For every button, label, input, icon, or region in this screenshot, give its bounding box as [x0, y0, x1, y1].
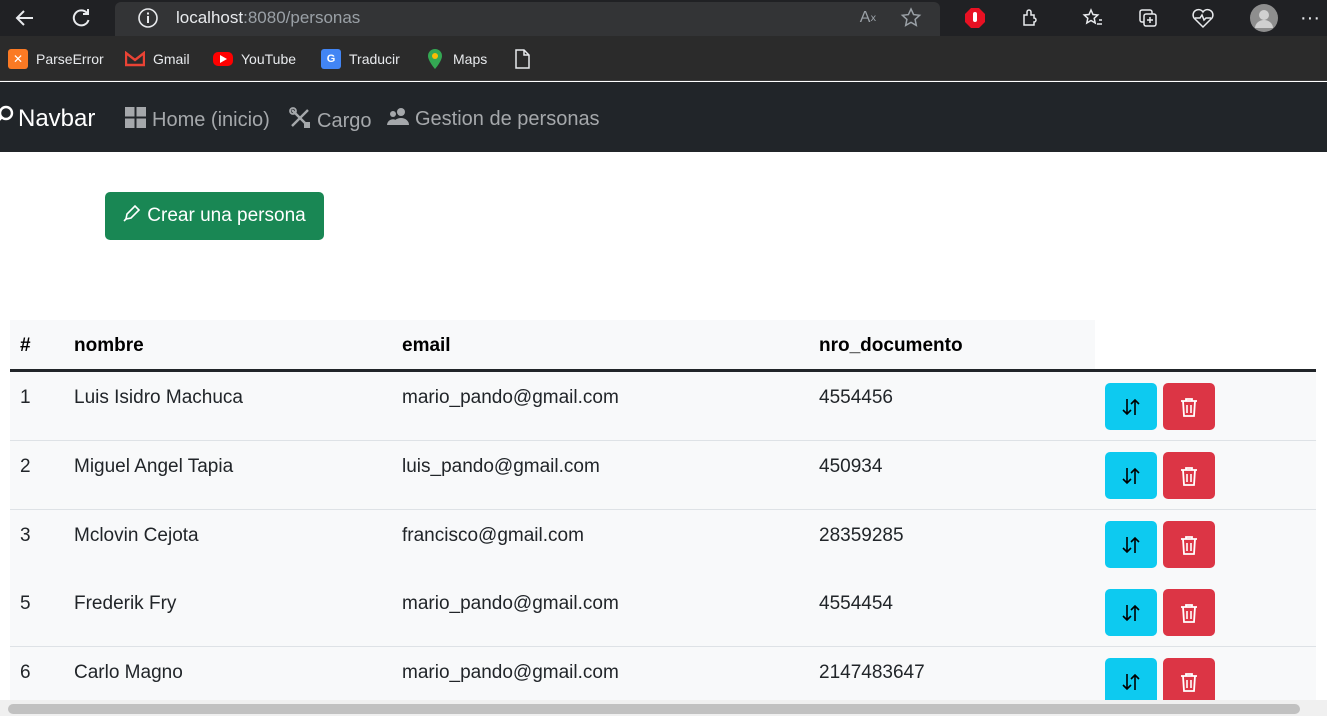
cell-nombre: Frederik Fry	[74, 593, 177, 614]
favorite-add-icon[interactable]	[896, 3, 926, 33]
trash-icon	[1181, 535, 1197, 555]
cell-email: luis_pando@gmail.com	[402, 456, 600, 477]
search-icon	[0, 104, 14, 133]
delete-button[interactable]	[1163, 521, 1215, 568]
cell-nombre: Mclovin Cejota	[74, 525, 199, 546]
xampp-icon: ✕	[8, 49, 28, 69]
back-arrow-icon[interactable]	[10, 3, 40, 33]
cell-id: 3	[20, 525, 31, 546]
edit-button[interactable]	[1105, 658, 1157, 705]
cell-email: mario_pando@gmail.com	[402, 662, 619, 683]
bookmark-gmail[interactable]: Gmail	[125, 48, 190, 70]
adblock-icon[interactable]	[960, 3, 990, 33]
arrow-down-up-icon	[1122, 536, 1140, 553]
delete-button[interactable]	[1163, 589, 1215, 636]
cell-nro-documento: 450934	[819, 456, 883, 477]
site-info-icon[interactable]	[133, 3, 163, 33]
gmail-icon	[125, 49, 145, 69]
cell-id: 6	[20, 662, 31, 683]
delete-button[interactable]	[1163, 383, 1215, 430]
cell-nro-documento: 2147483647	[819, 662, 925, 683]
bookmark-youtube[interactable]: YouTube	[213, 48, 296, 70]
table-row: 5 Frederik Fry mario_pando@gmail.com 455…	[10, 578, 1316, 647]
grid-icon	[125, 107, 146, 134]
profile-avatar-icon[interactable]	[1249, 3, 1279, 33]
table-row: 3 Mclovin Cejota francisco@gmail.com 283…	[10, 510, 1316, 579]
scrollbar-thumb[interactable]	[8, 704, 1300, 714]
bookmark-page[interactable]	[512, 48, 532, 70]
table-row: 1 Luis Isidro Machuca mario_pando@gmail.…	[10, 372, 1316, 441]
bookmark-traducir[interactable]: G Traducir	[321, 48, 400, 70]
favorites-icon[interactable]	[1078, 3, 1108, 33]
cell-nombre: Miguel Angel Tapia	[74, 456, 234, 477]
arrow-down-up-icon	[1122, 604, 1140, 621]
youtube-icon	[213, 52, 233, 66]
trash-icon	[1181, 603, 1197, 623]
column-header-email: email	[402, 335, 451, 356]
cell-id: 5	[20, 593, 31, 614]
column-header-nombre: nombre	[74, 335, 144, 356]
bookmarks-bar	[0, 36, 1327, 81]
edit-button[interactable]	[1105, 383, 1157, 430]
pen-icon	[123, 204, 141, 228]
bookmark-maps[interactable]: Maps	[425, 48, 487, 70]
arrow-down-up-icon	[1122, 673, 1140, 690]
edit-button[interactable]	[1105, 521, 1157, 568]
cell-nro-documento: 4554456	[819, 387, 893, 408]
nav-home[interactable]: Home (inicio)	[125, 107, 270, 134]
edit-button[interactable]	[1105, 589, 1157, 636]
cell-nro-documento: 28359285	[819, 525, 904, 546]
tools-icon	[289, 107, 311, 135]
url-text[interactable]: localhost:8080/personas	[176, 8, 360, 28]
document-icon	[512, 49, 532, 69]
nav-cargo[interactable]: Cargo	[289, 107, 371, 135]
arrow-down-up-icon	[1122, 398, 1140, 415]
column-header-nro-documento: nro_documento	[819, 335, 963, 356]
cell-id: 1	[20, 387, 31, 408]
arrow-down-up-icon	[1122, 467, 1140, 484]
nav-gestion-personas[interactable]: Gestion de personas	[387, 107, 600, 131]
create-person-button[interactable]: Crear una persona	[105, 192, 324, 240]
reload-icon[interactable]	[66, 3, 96, 33]
collections-icon[interactable]	[1133, 3, 1163, 33]
column-header-id: #	[20, 335, 31, 356]
cell-nombre: Carlo Magno	[74, 662, 183, 683]
maps-icon	[425, 49, 445, 69]
cell-id: 2	[20, 456, 31, 477]
edit-button[interactable]	[1105, 452, 1157, 499]
table-row: 2 Miguel Angel Tapia luis_pando@gmail.co…	[10, 441, 1316, 510]
trash-icon	[1181, 466, 1197, 486]
extensions-icon[interactable]	[1015, 3, 1045, 33]
trash-icon	[1181, 672, 1197, 692]
cell-nro-documento: 4554454	[819, 593, 893, 614]
read-aloud-icon[interactable]: Aⅹ	[853, 3, 883, 33]
trash-icon	[1181, 397, 1197, 417]
navbar-brand[interactable]: Navbar	[0, 104, 95, 133]
cell-email: mario_pando@gmail.com	[402, 593, 619, 614]
people-icon	[387, 107, 409, 131]
cell-email: mario_pando@gmail.com	[402, 387, 619, 408]
cell-nombre: Luis Isidro Machuca	[74, 387, 243, 408]
delete-button[interactable]	[1163, 658, 1215, 705]
translate-icon: G	[321, 49, 341, 69]
performance-icon[interactable]	[1188, 3, 1218, 33]
bookmark-parseerror[interactable]: ✕ ParseError	[8, 48, 104, 70]
cell-email: francisco@gmail.com	[402, 525, 584, 546]
more-menu-icon[interactable]: ···	[1295, 3, 1325, 33]
delete-button[interactable]	[1163, 452, 1215, 499]
